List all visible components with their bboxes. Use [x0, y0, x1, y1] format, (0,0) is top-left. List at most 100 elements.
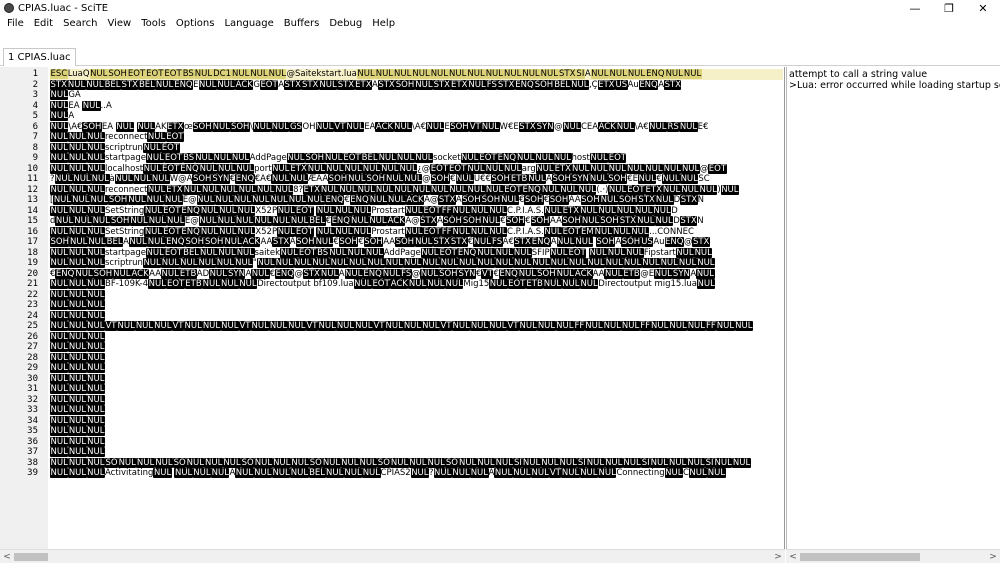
- menu-language[interactable]: Language: [219, 16, 278, 32]
- editor-line[interactable]: 17 SOHNULNULBELANULNULENQSOHSOHNULACKAAST…: [0, 237, 784, 248]
- editor-line[interactable]: 27 NULNULNUL: [0, 342, 784, 353]
- editor-line[interactable]: 11 ?NULNULNULàNULNULNULW@ÀSOHSYN€ENQ€Â€NU…: [0, 174, 784, 185]
- line-number: 10: [27, 163, 38, 174]
- close-button[interactable]: ✕: [966, 0, 1000, 16]
- editor-line[interactable]: 37 NULNULNUL: [0, 447, 784, 458]
- editor-line[interactable]: 31 NULNULNUL: [0, 384, 784, 395]
- editor-line[interactable]: 35 NULNULNUL: [0, 426, 784, 437]
- menu-search[interactable]: Search: [58, 16, 102, 32]
- editor-line[interactable]: 1 ESCLuaQNULSOHEOTEOTEOTBSNULDC1NULNULNUL…: [0, 69, 784, 80]
- line-number: 18: [27, 247, 38, 258]
- code-text: NULNULNUL: [50, 331, 105, 342]
- editor-line[interactable]: 5 NULÄ: [0, 111, 784, 122]
- line-number: 28: [27, 352, 38, 363]
- editor-line[interactable]: 10 NULNULNULlocalhostNULEOTENQNULNULNULpo…: [0, 163, 784, 175]
- menu-tools[interactable]: Tools: [136, 16, 171, 32]
- editor-line[interactable]: 4 NULEÁ NUL..A: [0, 100, 784, 112]
- editor-line[interactable]: 12 NULNULNULreconnectNULETXNULNULNULNULNU…: [0, 184, 784, 196]
- code-text: NULNULNUL: [50, 394, 105, 405]
- maximize-button[interactable]: ❐: [932, 0, 966, 16]
- menu-options[interactable]: Options: [171, 16, 220, 32]
- line-number: 13: [27, 195, 38, 205]
- code-text: NULNULNULstartpageNULEOTBELNULNULNULsait…: [50, 247, 713, 258]
- output-horizontal-scrollbar[interactable]: < >: [786, 549, 1000, 563]
- menu-view[interactable]: View: [102, 16, 136, 32]
- menu-debug[interactable]: Debug: [324, 16, 367, 32]
- code-text: NULNULNULSONULNULNULSONULNULNULSONULNULN…: [50, 457, 751, 468]
- code-text: NULEÁ NUL..A: [50, 100, 112, 111]
- editor-horizontal-scrollbar[interactable]: < >: [0, 549, 785, 563]
- editor-line[interactable]: 39 NULNULNULActivitatingNUL NULNULNULANUL…: [0, 468, 784, 479]
- line-number: 29: [27, 363, 38, 373]
- editor-line[interactable]: 21 NULNULNULBF-109K-4NULEOTETBNULNULNULDi…: [0, 279, 784, 290]
- line-number: 35: [27, 426, 38, 436]
- scroll-right-arrow[interactable]: >: [771, 550, 785, 563]
- menu-file[interactable]: File: [2, 16, 29, 32]
- tab-cpias-luac[interactable]: 1 CPIAS.luac: [3, 48, 76, 66]
- editor-line[interactable]: 28 NULNULNUL: [0, 352, 784, 364]
- line-number: 30: [27, 373, 38, 384]
- line-number: 14: [27, 205, 38, 216]
- output-scroll-thumb[interactable]: [800, 553, 920, 561]
- tab-strip: 1 CPIAS.luac: [0, 48, 1000, 66]
- editor-line[interactable]: 22 NULNULNUL: [0, 289, 784, 301]
- editor-line[interactable]: 23 NULNULNUL: [0, 300, 784, 311]
- editor-line[interactable]: 9 NULNULNULstartpageNULEOTBSNULNULNULAddP…: [0, 153, 784, 164]
- editor-line[interactable]: 3 NULGA: [0, 90, 784, 101]
- code-text: NULNULNUL: [50, 426, 105, 436]
- editor-line[interactable]: 16 NULNULNULSetStringNULEOTENQNULNULNULX5…: [0, 226, 784, 238]
- editor-line[interactable]: 34 NULNULNUL: [0, 415, 784, 427]
- line-number: 17: [27, 237, 38, 247]
- code-text: NULNULNUL: [50, 342, 105, 352]
- editor-line[interactable]: 36 NULNULNUL: [0, 436, 784, 448]
- editor-line[interactable]: 26 NULNULNUL: [0, 331, 784, 343]
- line-number: 19: [27, 258, 38, 268]
- editor-line[interactable]: 25 NULNULNULVTNULNULNULVTNULNULNULVTNULNU…: [0, 321, 784, 332]
- editor-line[interactable]: 14 NULNULNULSetStringNULEOTENQNULNULNULX5…: [0, 205, 784, 217]
- code-text: NULNULNUL: [50, 447, 105, 457]
- code-text: [NULNULNULSOHNULNULNULE@NULNULNULNULNULN…: [50, 195, 704, 205]
- editor-line[interactable]: 24 NULNULNUL: [0, 310, 784, 322]
- editor-line[interactable]: 13 [NULNULNULSOHNULNULNULE@NULNULNULNULNU…: [0, 195, 784, 206]
- menu-buffers[interactable]: Buffers: [279, 16, 325, 32]
- menu-help[interactable]: Help: [367, 16, 400, 32]
- code-text: NULNULNULVTNULNULNULVTNULNULNULVTNULNULN…: [50, 321, 753, 331]
- output-scroll-left-arrow[interactable]: <: [786, 550, 800, 563]
- editor-line[interactable]: 15 dNULNULNULSOHNULNULNULE@NULNULNULNULNU…: [0, 216, 784, 227]
- code-text: NULNULNULBF-109K-4NULEOTETBNULNULNULDire…: [50, 279, 716, 289]
- line-number: 5: [32, 111, 38, 121]
- scroll-left-arrow[interactable]: <: [0, 550, 14, 563]
- editor-line[interactable]: 6 NUL\A€SOHEÁ NUL NULAKETXœSOHNULSOH\NULN…: [0, 121, 784, 133]
- editor-line[interactable]: 20 €ENQNULSOHNULACKAANULETBADNULSYNÀNUL€E…: [0, 268, 784, 280]
- line-number: 16: [27, 226, 38, 237]
- window-controls: — ❐ ✕: [898, 0, 1000, 16]
- code-text: NULNULNULSetStringNULEOTENQNULNULNULX52P…: [50, 226, 694, 237]
- line-number: 31: [27, 384, 38, 394]
- editor-line[interactable]: 2 STXNULNULBELSTXBELNULENQENULNULACKGEOTA…: [0, 79, 784, 91]
- editor-line[interactable]: 32 NULNULNUL: [0, 394, 784, 406]
- line-number: 36: [27, 436, 38, 447]
- line-number: 26: [27, 331, 38, 342]
- scroll-thumb[interactable]: [14, 553, 48, 561]
- output-scroll-right-arrow[interactable]: >: [986, 550, 1000, 563]
- editor-line[interactable]: 38 NULNULNULSONULNULNULSONULNULNULSONULNU…: [0, 457, 784, 469]
- code-text: dNULNULNULSOHNULNULNULE@NULNULNULNULNULN…: [50, 216, 704, 226]
- output-pane[interactable]: attempt to call a string value >Lua: erro…: [786, 67, 1000, 549]
- line-number: 23: [27, 300, 38, 310]
- editor-line[interactable]: 29 NULNULNUL: [0, 363, 784, 374]
- editor-line[interactable]: 7 NULNULNULreconnectNULEOT: [0, 132, 784, 143]
- menu-edit[interactable]: Edit: [29, 16, 58, 32]
- code-text: NULNULNUL: [50, 373, 105, 384]
- code-text: NULNULNUL: [50, 300, 105, 310]
- minimize-button[interactable]: —: [898, 0, 932, 16]
- line-number: 24: [27, 310, 38, 321]
- editor-line[interactable]: 19 NULNULNULscriptrunNULNULNULNULNULNUL"N…: [0, 258, 784, 269]
- editor-line[interactable]: 8 NULNULNULscriptrunNULEOT: [0, 142, 784, 154]
- editor-line[interactable]: 30 NULNULNUL: [0, 373, 784, 385]
- editor-pane[interactable]: 1 ESCLuaQNULSOHEOTEOTEOTBSNULDC1NULNULNUL…: [0, 67, 785, 549]
- line-number: 12: [27, 184, 38, 195]
- code-text: NULNULNUL: [50, 436, 105, 447]
- editor-line[interactable]: 18 NULNULNULstartpageNULEOTBELNULNULNULsa…: [0, 247, 784, 259]
- editor-line[interactable]: 33 NULNULNUL: [0, 405, 784, 416]
- code-text: NULNULNUL: [50, 384, 105, 394]
